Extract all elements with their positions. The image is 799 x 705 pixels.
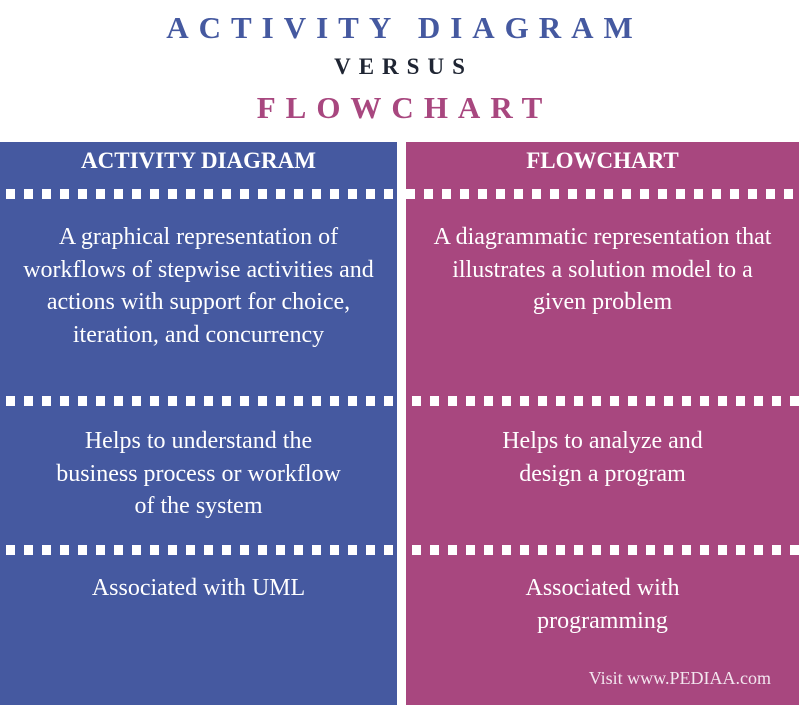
dotted-divider [6,545,406,555]
association-cell: Associated with UML [91,575,306,601]
column-header: ACTIVITY DIAGRAM [81,148,316,173]
title-flowchart: FLOWCHART [256,90,553,125]
title-activity-diagram: ACTIVITY DIAGRAM [166,10,643,45]
dotted-divider [412,396,799,406]
purpose-cell: Helps to analyze and design a program [502,428,703,487]
flowchart-column: FLOWCHART A diagrammatic representation … [406,142,799,705]
dotted-divider [6,189,396,199]
column-header: FLOWCHART [526,148,679,173]
dotted-divider [6,396,406,406]
pediaa-credit: Visit www.PEDIAA.com [588,668,771,688]
title-versus: VERSUS [334,54,473,79]
purpose-cell: Helps to understand the business process… [56,428,341,519]
activity-diagram-column: ACTIVITY DIAGRAM A graphical representat… [0,142,406,705]
dotted-divider [406,189,799,199]
association-cell: Associated with programming [525,575,680,634]
definition-cell: A graphical representation of workflows … [23,224,374,348]
definition-cell: A diagrammatic representation that illus… [433,224,772,315]
title-block: ACTIVITY DIAGRAM VERSUS FLOWCHART [0,0,799,140]
dotted-divider [412,545,799,555]
